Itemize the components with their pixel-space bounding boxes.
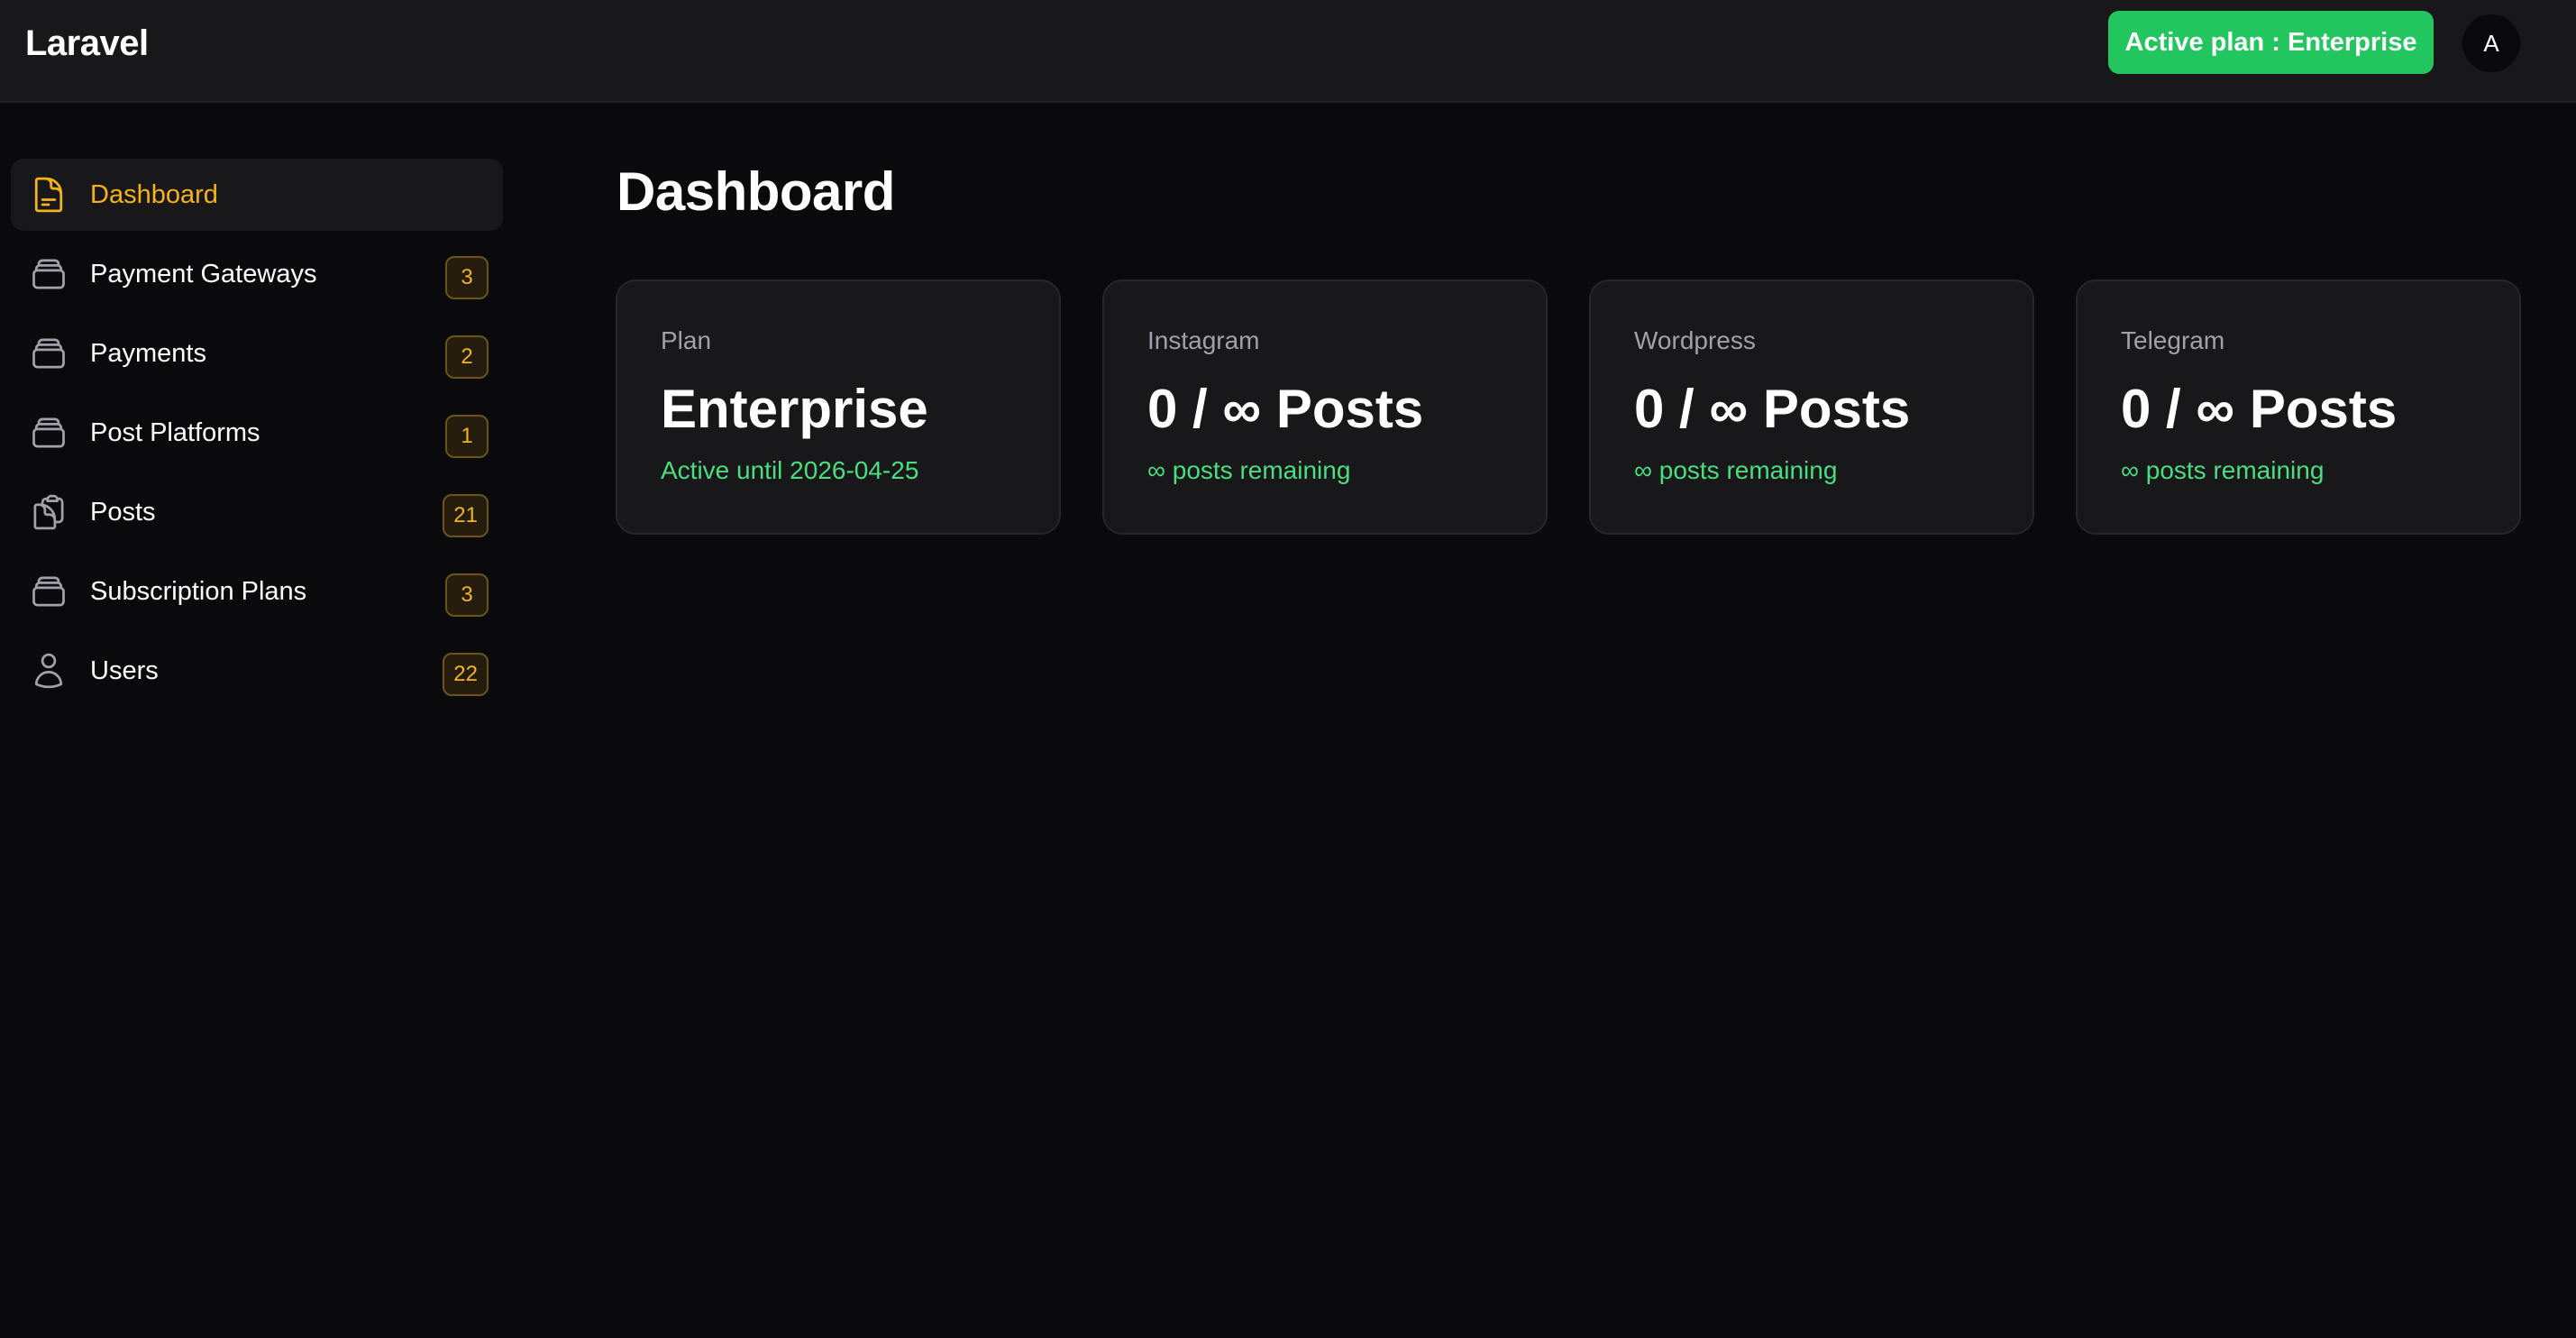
instagram-card: Instagram 0 / ∞ Posts ∞ posts remaining <box>1102 280 1548 535</box>
card-value: 0 / ∞ Posts <box>1634 379 1911 439</box>
count-badge: 3 <box>445 573 489 617</box>
card-subtext: Active until 2026-04-25 <box>661 456 919 484</box>
plan-card: Plan Enterprise Active until 2026-04-25 <box>616 280 1061 535</box>
card-value: Enterprise <box>661 379 928 439</box>
card-value: 0 / ∞ Posts <box>2121 379 2398 439</box>
archive-box-icon <box>29 413 69 453</box>
wordpress-card: Wordpress 0 / ∞ Posts ∞ posts remaining <box>1589 280 2034 535</box>
archive-box-icon <box>29 254 69 294</box>
brand-logo[interactable]: Laravel <box>25 20 149 67</box>
top-bar: Laravel Active plan : Enterprise A <box>0 0 2576 103</box>
sidebar-item-dashboard[interactable]: Dashboard <box>11 159 503 231</box>
card-label: Telegram <box>2121 326 2225 354</box>
sidebar-item-label: Posts <box>90 498 156 527</box>
active-plan-button[interactable]: Active plan : Enterprise <box>2108 11 2434 74</box>
sidebar-item-label: Payment Gateways <box>90 260 317 289</box>
card-label: Instagram <box>1147 326 1260 354</box>
sidebar: Dashboard Payment Gateways 3 Payments 2 … <box>0 103 514 1338</box>
archive-box-icon <box>29 334 69 373</box>
sidebar-item-users[interactable]: Users 22 <box>11 635 503 707</box>
sidebar-item-posts[interactable]: Posts 21 <box>11 476 503 548</box>
sidebar-item-label: Post Platforms <box>90 418 260 447</box>
sidebar-item-post-platforms[interactable]: Post Platforms 1 <box>11 397 503 469</box>
sidebar-item-label: Payments <box>90 339 206 368</box>
user-icon <box>29 651 69 691</box>
card-subtext: ∞ posts remaining <box>1147 456 1351 484</box>
clipboard-icon <box>29 492 69 532</box>
card-label: Plan <box>661 326 712 354</box>
count-badge: 2 <box>445 335 489 379</box>
count-badge: 1 <box>445 415 489 458</box>
card-value: 0 / ∞ Posts <box>1147 379 1424 439</box>
sidebar-item-label: Users <box>90 656 159 685</box>
card-subtext: ∞ posts remaining <box>1634 456 1838 484</box>
count-badge: 3 <box>445 256 489 299</box>
count-badge: 21 <box>443 494 489 537</box>
card-subtext: ∞ posts remaining <box>2121 456 2325 484</box>
count-badge: 22 <box>443 653 489 696</box>
archive-box-icon <box>29 572 69 611</box>
card-label: Wordpress <box>1634 326 1756 354</box>
document-icon <box>29 175 69 215</box>
telegram-card: Telegram 0 / ∞ Posts ∞ posts remaining <box>2076 280 2521 535</box>
sidebar-item-payment-gateways[interactable]: Payment Gateways 3 <box>11 238 503 310</box>
sidebar-item-payments[interactable]: Payments 2 <box>11 317 503 389</box>
user-avatar[interactable]: A <box>2462 14 2520 72</box>
sidebar-item-subscription-plans[interactable]: Subscription Plans 3 <box>11 555 503 628</box>
page-title: Dashboard <box>617 161 895 222</box>
sidebar-item-label: Dashboard <box>90 180 218 209</box>
sidebar-item-label: Subscription Plans <box>90 577 307 606</box>
